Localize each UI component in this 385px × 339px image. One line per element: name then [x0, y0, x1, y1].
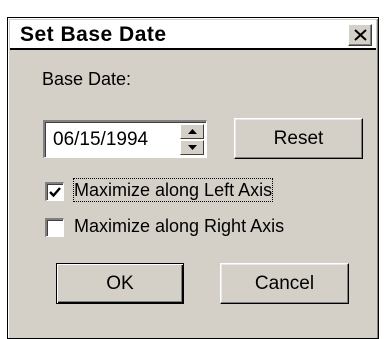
set-base-date-dialog: Set Base Date Base Date: 06/15/1994 Rese… [7, 17, 379, 339]
date-spinner[interactable] [180, 124, 204, 155]
right-axis-checkbox[interactable] [45, 218, 64, 237]
title-bar: Set Base Date [10, 20, 376, 50]
reset-button[interactable]: Reset [234, 118, 363, 159]
right-axis-checkbox-label[interactable]: Maximize along Right Axis [74, 215, 284, 237]
base-date-value[interactable]: 06/15/1994 [53, 129, 148, 151]
left-axis-checkbox-label[interactable]: Maximize along Left Axis [72, 178, 274, 202]
left-axis-checkbox[interactable] [45, 182, 64, 201]
ok-button-label: OK [106, 273, 134, 294]
spin-up-arrow-icon [188, 129, 197, 134]
close-button[interactable] [348, 24, 372, 46]
cancel-button-label: Cancel [254, 273, 315, 294]
base-date-field[interactable]: 06/15/1994 [43, 120, 207, 158]
reset-button-label: Reset [273, 128, 324, 149]
cancel-button[interactable]: Cancel [220, 263, 349, 304]
spin-up-button[interactable] [180, 124, 204, 139]
close-icon [354, 29, 367, 41]
dialog-title: Set Base Date [20, 23, 167, 46]
spin-down-button[interactable] [180, 140, 204, 155]
spin-down-arrow-icon [188, 145, 197, 150]
base-date-label: Base Date: [42, 69, 132, 89]
checkmark-icon [49, 187, 61, 198]
ok-button[interactable]: OK [56, 263, 184, 304]
